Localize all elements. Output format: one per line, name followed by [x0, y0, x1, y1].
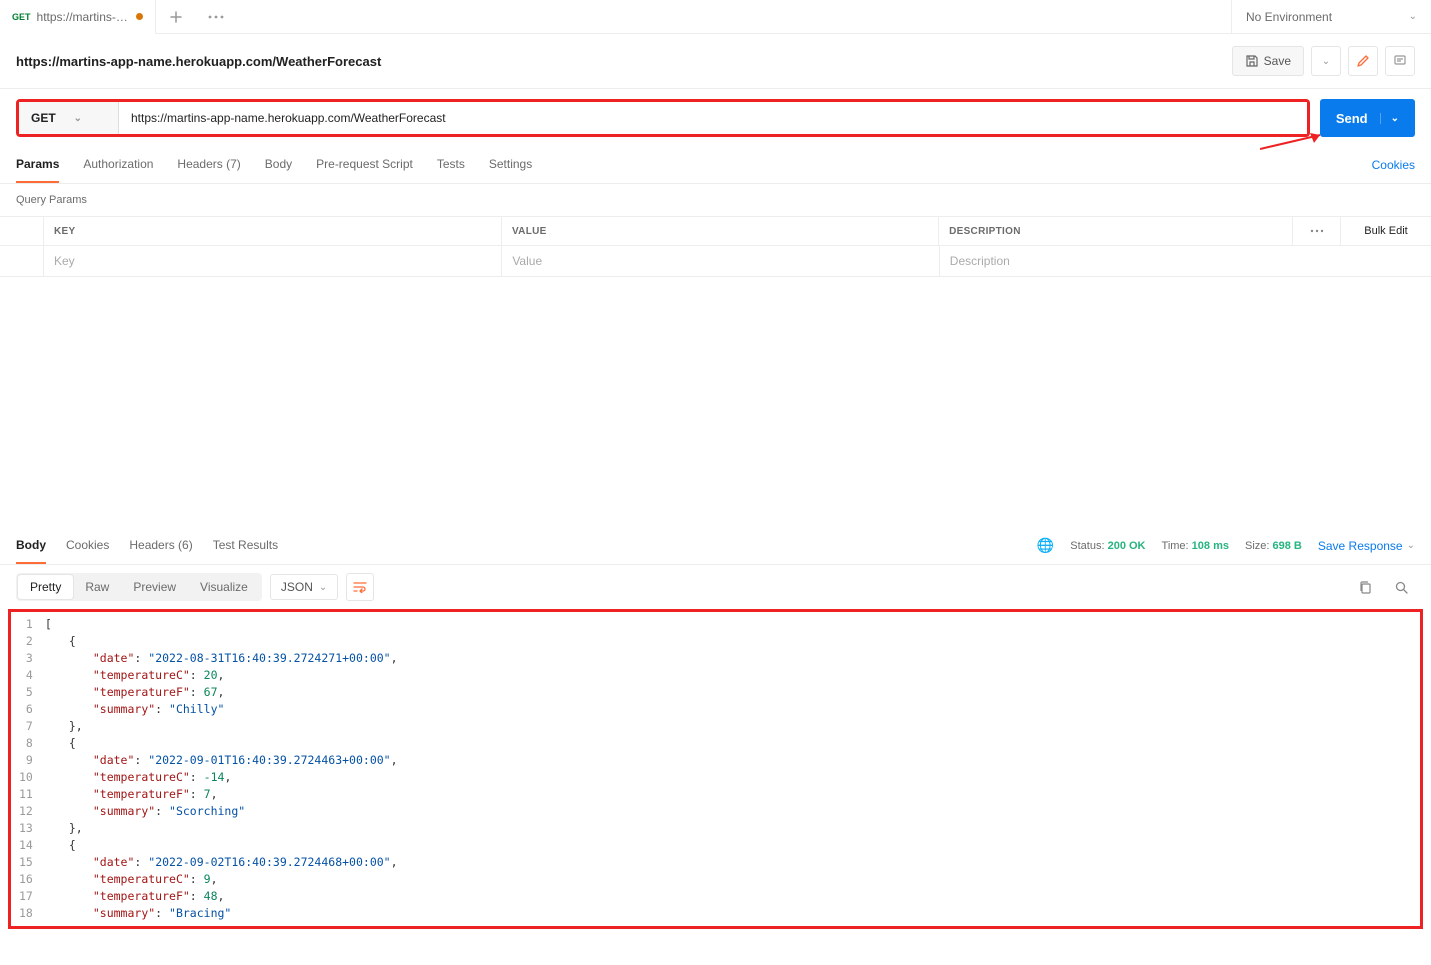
time-value: 108 ms	[1192, 540, 1229, 552]
request-tab[interactable]: GET https://martins-app-na	[0, 0, 156, 34]
qp-more-button[interactable]	[1293, 217, 1341, 245]
qp-header-key: KEY	[44, 217, 502, 245]
resptab-headers[interactable]: Headers (6)	[129, 528, 192, 564]
view-mode-group: Pretty Raw Preview Visualize	[16, 573, 262, 601]
resptab-cookies[interactable]: Cookies	[66, 528, 109, 564]
size-value: 698 B	[1273, 540, 1302, 552]
comment-icon	[1393, 54, 1407, 68]
request-title: https://martins-app-name.herokuapp.com/W…	[16, 54, 381, 69]
chevron-down-icon: ⌄	[319, 582, 327, 593]
language-label: JSON	[281, 580, 313, 594]
chevron-down-icon: ⌄	[1380, 113, 1399, 124]
tab-tests[interactable]: Tests	[437, 147, 465, 183]
save-dropdown-button[interactable]: ⌄	[1311, 46, 1341, 76]
wrap-toggle-button[interactable]	[346, 573, 374, 601]
view-preview[interactable]: Preview	[121, 575, 188, 599]
http-method-label: GET	[31, 111, 56, 125]
cookies-link[interactable]: Cookies	[1372, 158, 1415, 172]
view-visualize[interactable]: Visualize	[188, 575, 260, 599]
chevron-down-icon: ⌄	[1407, 540, 1415, 551]
status-value: 200 OK	[1108, 540, 1146, 552]
tab-body[interactable]: Body	[265, 147, 292, 183]
save-response-button[interactable]: Save Response ⌄	[1318, 539, 1415, 553]
copy-button[interactable]	[1351, 573, 1379, 601]
response-meta: 🌐 Status: 200 OK Time: 108 ms Size: 698 …	[1037, 537, 1415, 554]
save-label: Save	[1264, 54, 1291, 68]
url-row: GET ⌄ Send ⌄	[0, 89, 1431, 147]
tab-more-button[interactable]	[196, 0, 236, 34]
http-method-select[interactable]: GET ⌄	[19, 102, 119, 134]
query-params-table: KEY VALUE DESCRIPTION Bulk Edit	[0, 216, 1431, 277]
language-select[interactable]: JSON ⌄	[270, 574, 338, 600]
response-body-annotation: 123456789101112131415161718 [{"date": "2…	[8, 609, 1423, 929]
qp-header-description: DESCRIPTION	[939, 217, 1293, 245]
bulk-edit-button[interactable]: Bulk Edit	[1341, 217, 1431, 245]
query-params-title: Query Params	[0, 184, 1431, 216]
qp-header-value: VALUE	[502, 217, 939, 245]
url-input[interactable]	[119, 102, 1307, 134]
copy-icon	[1358, 580, 1373, 595]
tab-method: GET	[12, 12, 31, 22]
network-icon: 🌐	[1037, 537, 1054, 554]
url-box: GET ⌄	[16, 99, 1310, 137]
chevron-down-icon: ⌄	[1409, 11, 1417, 22]
comment-button[interactable]	[1385, 46, 1415, 76]
qp-value-input[interactable]	[512, 254, 928, 268]
new-tab-button[interactable]	[156, 0, 196, 34]
qp-key-input[interactable]	[54, 254, 491, 268]
tab-title: https://martins-app-na	[37, 10, 130, 24]
tab-settings[interactable]: Settings	[489, 147, 532, 183]
environment-select[interactable]: No Environment ⌄	[1231, 0, 1431, 34]
edit-button[interactable]	[1348, 46, 1378, 76]
resptab-body[interactable]: Body	[16, 528, 46, 564]
pencil-icon	[1356, 54, 1370, 68]
tab-params[interactable]: Params	[16, 147, 59, 183]
search-icon	[1394, 580, 1409, 595]
tab-prerequest[interactable]: Pre-request Script	[316, 147, 413, 183]
tab-authorization[interactable]: Authorization	[83, 147, 153, 183]
wrap-icon	[353, 581, 367, 593]
response-tabs: Body Cookies Headers (6) Test Results 🌐 …	[0, 527, 1431, 565]
tab-headers[interactable]: Headers (7)	[177, 147, 240, 183]
chevron-down-icon: ⌄	[1322, 56, 1330, 67]
qp-description-input[interactable]	[950, 254, 1283, 268]
request-tabs: Params Authorization Headers (7) Body Pr…	[0, 147, 1431, 184]
chevron-down-icon: ⌄	[74, 113, 82, 124]
view-raw[interactable]: Raw	[73, 575, 121, 599]
unsaved-dot-icon	[136, 13, 143, 20]
resptab-test-results[interactable]: Test Results	[213, 528, 278, 564]
save-button[interactable]: Save	[1232, 46, 1304, 76]
send-button[interactable]: Send ⌄	[1320, 99, 1415, 137]
search-response-button[interactable]	[1387, 573, 1415, 601]
response-body[interactable]: 123456789101112131415161718 [{"date": "2…	[11, 612, 1420, 926]
send-label: Send	[1336, 111, 1368, 126]
body-toolbar: Pretty Raw Preview Visualize JSON ⌄	[0, 565, 1431, 609]
environment-label: No Environment	[1246, 10, 1332, 24]
save-icon	[1245, 54, 1259, 68]
request-title-row: https://martins-app-name.herokuapp.com/W…	[0, 34, 1431, 89]
tab-bar: GET https://martins-app-na No Environmen…	[0, 0, 1431, 34]
view-pretty[interactable]: Pretty	[18, 575, 73, 599]
